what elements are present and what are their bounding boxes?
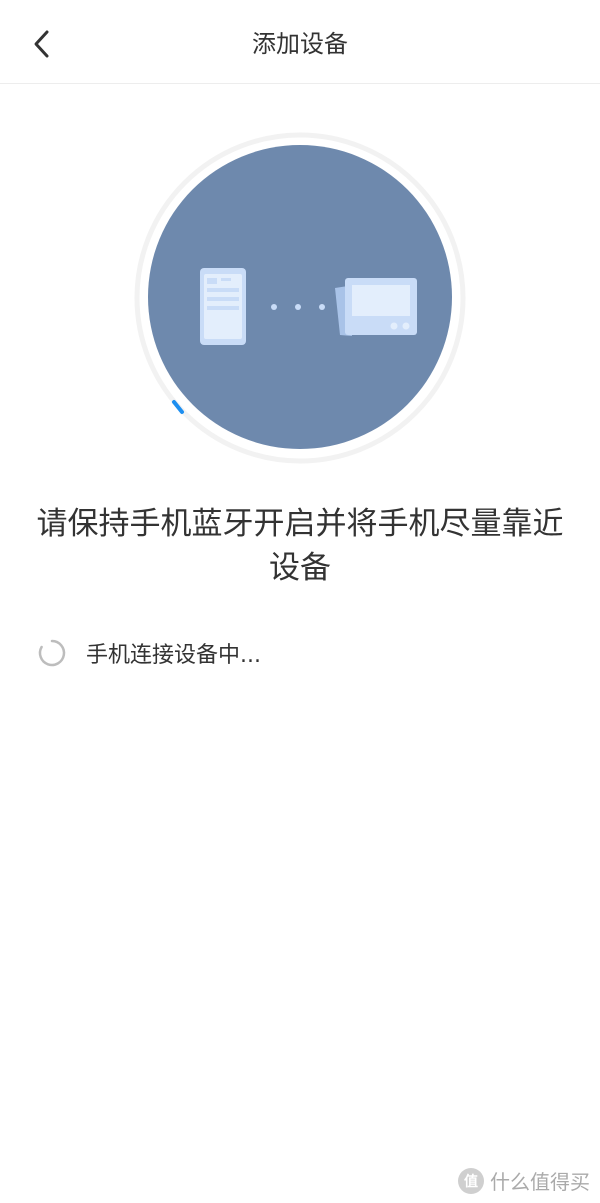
connection-status: 手机连接设备中... xyxy=(36,634,261,672)
watermark-badge: 值 xyxy=(458,1167,484,1194)
phone-icon xyxy=(200,268,246,345)
loading-spinner-icon xyxy=(38,639,66,667)
instruction-text: 请保持手机蓝牙开启并将手机尽量靠近设备 xyxy=(36,506,564,586)
add-device-page: 添加设备 请保持手机蓝牙开启并将手机尽量靠近设备 手机连接设备中... 值 什么… xyxy=(0,0,600,1203)
watermark: 值 什么值得买 xyxy=(458,1166,590,1195)
bluetooth-connect-illustration xyxy=(130,128,470,468)
page-title: 添加设备 xyxy=(252,30,348,58)
device-screen-icon xyxy=(335,278,417,336)
status-text: 手机连接设备中... xyxy=(86,643,261,668)
watermark-text: 什么值得买 xyxy=(490,1170,590,1194)
header-bar: 添加设备 xyxy=(0,0,600,84)
